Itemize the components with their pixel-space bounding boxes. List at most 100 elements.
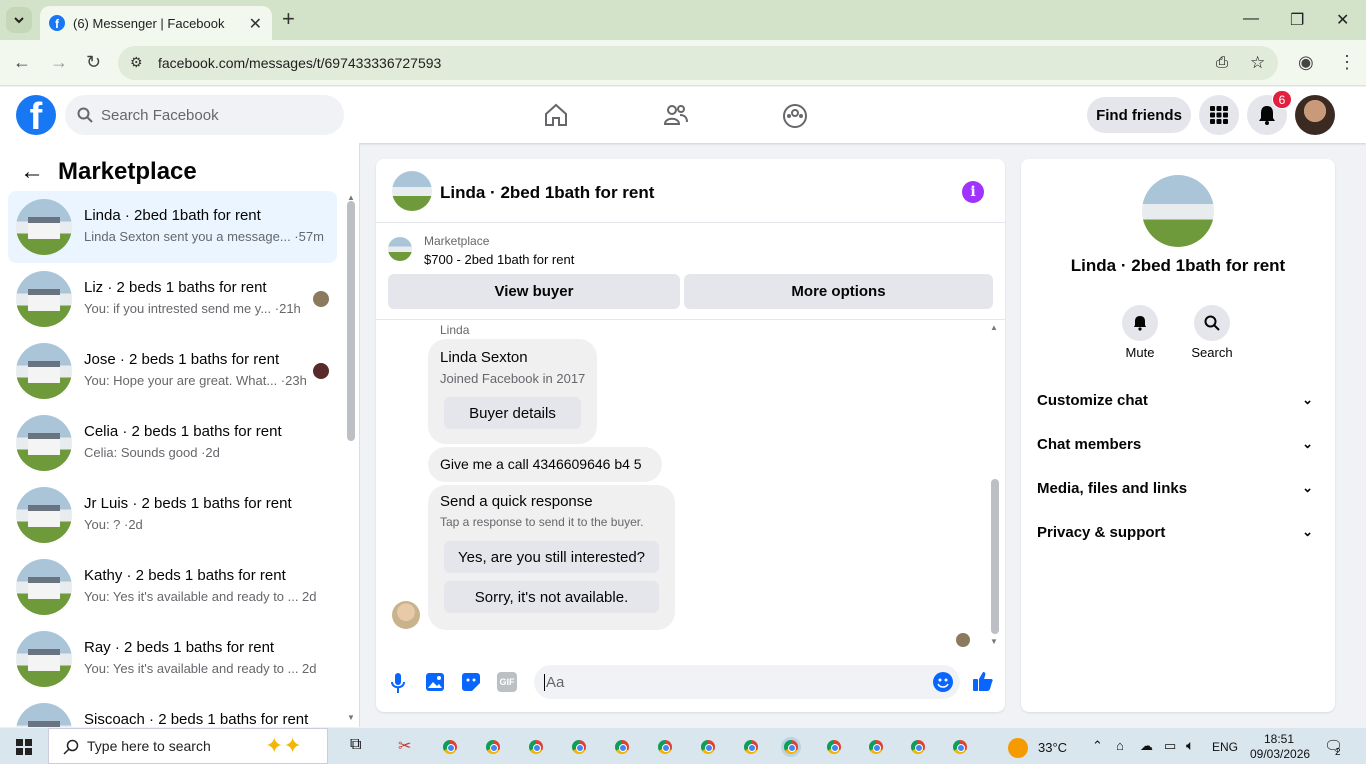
close-window-button[interactable]: ✕ [1336, 10, 1349, 30]
more-options-button[interactable]: More options [684, 274, 993, 309]
search-in-chat-button[interactable] [1194, 305, 1230, 341]
chevron-down-icon: ⌄ [1302, 480, 1313, 495]
sender-avatar[interactable] [392, 601, 420, 629]
chrome-app-icon[interactable] [824, 737, 844, 757]
media-files-links-section[interactable]: Media, files and links ⌄ [1037, 480, 1319, 504]
friends-icon[interactable] [663, 103, 689, 127]
tab-title: (6) Messenger | Facebook [73, 15, 225, 31]
reload-button[interactable]: ↻ [86, 52, 101, 73]
new-tab-button[interactable]: + [282, 8, 295, 30]
tab-search-button[interactable] [6, 7, 32, 33]
chat-title[interactable]: Linda · 2bed 1bath for rent [440, 183, 654, 203]
back-arrow-icon[interactable]: ← [20, 158, 44, 186]
tray-chevron-up-icon[interactable]: ⌃ [1092, 738, 1103, 754]
display-icon[interactable]: ▭ [1164, 738, 1176, 754]
close-tab-icon[interactable]: ✕ [249, 14, 262, 34]
browser-tab-messenger[interactable]: f (6) Messenger | Facebook ✕ [40, 6, 272, 40]
notification-count-badge: 6 [1272, 90, 1292, 109]
account-avatar[interactable] [1295, 95, 1335, 135]
profile-icon[interactable]: ◉ [1298, 52, 1314, 73]
chat-members-section[interactable]: Chat members ⌄ [1037, 436, 1319, 460]
conversation-preview: You: ? ·2d [84, 517, 143, 532]
message-input[interactable]: Aa [534, 665, 960, 699]
facebook-logo-icon[interactable]: f [16, 95, 56, 135]
home-icon[interactable] [543, 103, 569, 127]
listing-thumbnail[interactable] [392, 171, 432, 211]
quick-reply-yes-button[interactable]: Yes, are you still interested? [444, 541, 659, 573]
conversation-item[interactable]: Kathy · 2 beds 1 baths for rent You: Yes… [8, 551, 337, 623]
listing-thumbnail [16, 415, 72, 471]
chrome-app-icon[interactable] [612, 737, 632, 757]
maximize-button[interactable]: ❐ [1290, 10, 1304, 30]
cloud-icon[interactable]: ☁ [1140, 738, 1153, 754]
clock-time[interactable]: 18:51 [1264, 732, 1294, 746]
chrome-app-icon-active[interactable] [781, 737, 801, 757]
chrome-app-icon[interactable] [908, 737, 928, 757]
microphone-icon[interactable] [391, 673, 405, 693]
windows-start-icon[interactable] [16, 739, 32, 755]
privacy-support-section[interactable]: Privacy & support ⌄ [1037, 524, 1319, 548]
gif-icon[interactable]: GIF [497, 672, 517, 692]
menu-kebab-icon[interactable]: ⋮ [1338, 52, 1356, 73]
address-bar[interactable]: ⚙ facebook.com/messages/t/69743333672759… [118, 46, 1278, 80]
scrollbar-thumb[interactable] [347, 201, 355, 441]
conversation-time: 2d [302, 661, 317, 676]
volume-icon[interactable]: 🔈︎ [1186, 737, 1194, 754]
weather-sun-icon[interactable] [1008, 738, 1028, 758]
listing-thumbnail [16, 271, 72, 327]
conversation-item[interactable]: Liz · 2 beds 1 baths for rent You: if yo… [8, 263, 337, 335]
input-placeholder: Aa [544, 673, 565, 691]
install-app-icon[interactable]: ⎙ [1216, 54, 1228, 71]
chrome-app-icon[interactable] [526, 737, 546, 757]
taskbar-search-box[interactable]: Type here to search ✦✦ [48, 728, 328, 764]
conversation-item[interactable]: Jose · 2 beds 1 baths for rent You: Hope… [8, 335, 337, 407]
conversation-item[interactable]: Jr Luis · 2 beds 1 baths for rent You: ?… [8, 479, 337, 551]
bookmark-star-icon[interactable]: ☆ [1250, 53, 1265, 73]
listing-photo[interactable] [1142, 175, 1214, 247]
mute-button[interactable] [1122, 305, 1158, 341]
quick-reply-sorry-button[interactable]: Sorry, it's not available. [444, 581, 659, 613]
photo-icon[interactable] [425, 672, 445, 692]
view-buyer-button[interactable]: View buyer [388, 274, 680, 309]
chrome-app-icon[interactable] [483, 737, 503, 757]
info-icon[interactable]: i [962, 181, 984, 203]
network-icon[interactable]: ⌂ [1116, 738, 1124, 753]
like-thumbs-up-icon[interactable] [972, 670, 994, 692]
task-view-icon[interactable]: ⧉ [350, 736, 361, 754]
sparkle-icon: ✦✦ [265, 733, 302, 758]
chrome-app-icon[interactable] [741, 737, 761, 757]
chrome-app-icon[interactable] [698, 737, 718, 757]
forward-button[interactable]: → [50, 52, 68, 73]
emoji-icon[interactable] [932, 671, 954, 693]
menu-button[interactable] [1199, 95, 1239, 135]
conversation-title: Kathy · 2 beds 1 baths for rent [84, 567, 286, 584]
chrome-app-icon[interactable] [569, 737, 589, 757]
chrome-app-icon[interactable] [655, 737, 675, 757]
find-friends-button[interactable]: Find friends [1087, 97, 1191, 133]
conversation-item[interactable]: Ray · 2 beds 1 baths for rent You: Yes i… [8, 623, 337, 695]
scroll-up-icon[interactable]: ▲ [347, 193, 355, 202]
conversation-item[interactable]: Linda · 2bed 1bath for rent Linda Sexton… [8, 191, 337, 263]
facebook-search-input[interactable]: Search Facebook [65, 95, 344, 135]
clock-date[interactable]: 09/03/2026 [1250, 747, 1310, 761]
buyer-details-button[interactable]: Buyer details [444, 397, 581, 429]
chrome-app-icon[interactable] [866, 737, 886, 757]
groups-icon[interactable] [782, 103, 808, 129]
conversation-item[interactable]: Celia · 2 beds 1 baths for rent Celia: S… [8, 407, 337, 479]
language-indicator[interactable]: ENG [1212, 740, 1238, 754]
conversation-item[interactable]: Siscoach · 2 beds 1 baths for rent [8, 695, 337, 727]
weather-temp[interactable]: 33°C [1038, 740, 1067, 755]
scroll-down-icon[interactable]: ▼ [990, 637, 998, 646]
scrollbar-thumb[interactable] [991, 479, 999, 634]
chrome-app-icon[interactable] [440, 737, 460, 757]
sticker-icon[interactable] [461, 672, 481, 692]
listing-price[interactable]: $700 - 2bed 1bath for rent [424, 252, 574, 267]
back-button[interactable]: ← [13, 52, 31, 73]
minimize-button[interactable]: — [1243, 10, 1259, 28]
site-info-icon[interactable]: ⚙ [130, 54, 143, 71]
scroll-down-icon[interactable]: ▼ [347, 713, 355, 722]
customize-chat-section[interactable]: Customize chat ⌄ [1037, 392, 1319, 416]
snipping-tool-icon[interactable]: ✂ [398, 736, 411, 756]
chrome-app-icon[interactable] [950, 737, 970, 757]
scroll-up-icon[interactable]: ▲ [990, 323, 998, 332]
